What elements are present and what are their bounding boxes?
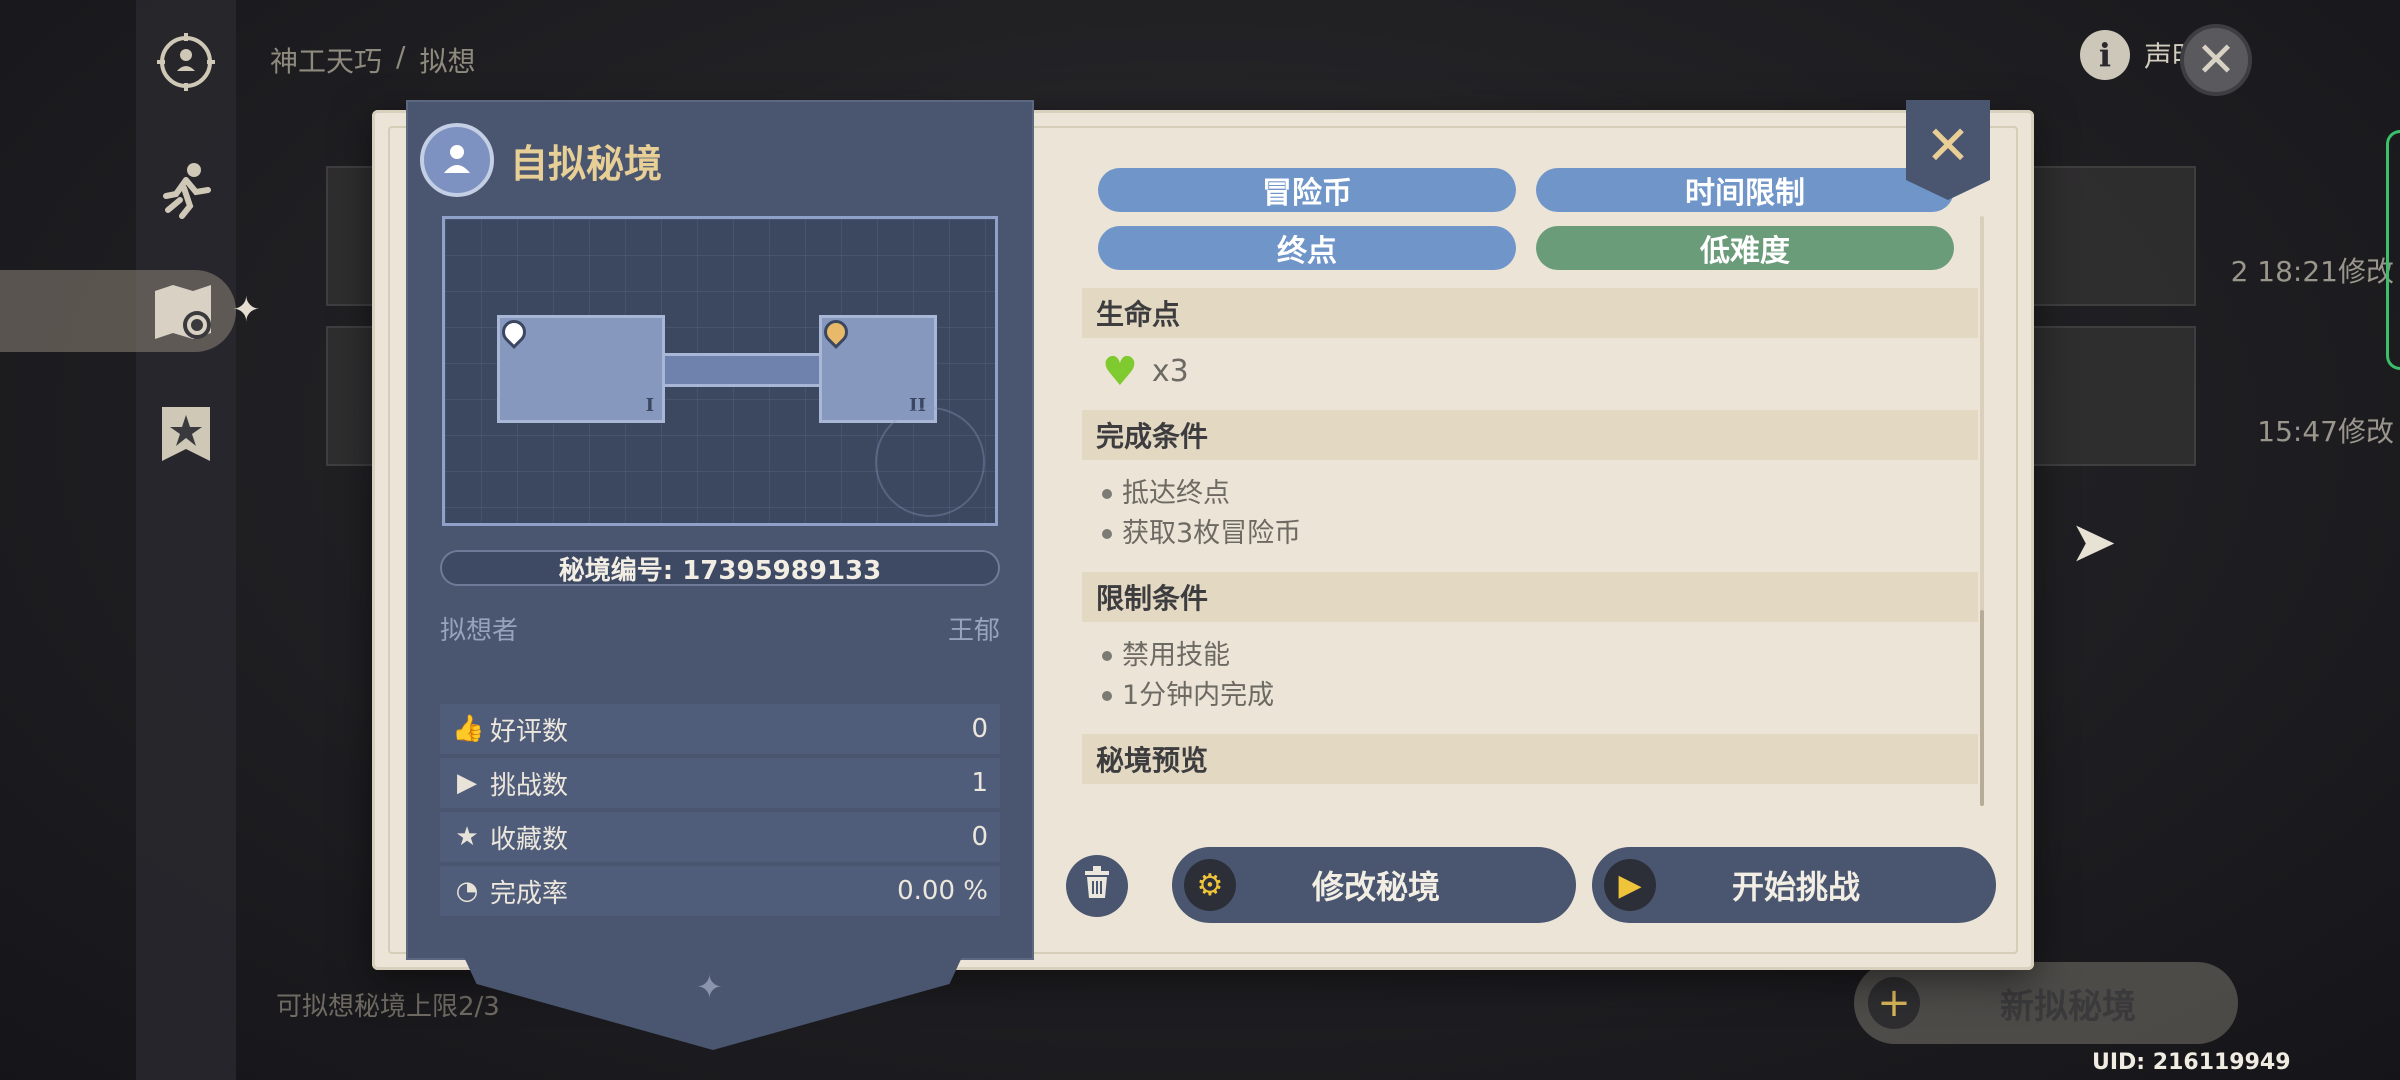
stat-value: 0: [971, 714, 988, 744]
end-pin-icon: [819, 315, 853, 349]
hp-row: ♥ x3: [1102, 352, 1964, 392]
panel-header: 自拟秘境: [420, 118, 1020, 202]
domain-emblem-icon: [420, 123, 494, 197]
thumbs-up-icon: 👍: [452, 714, 485, 744]
stat-row: ★ 收藏数 0: [440, 812, 1000, 862]
breadcrumb-current: 拟想: [419, 45, 476, 78]
start-challenge-label: 开始挑战: [1731, 868, 1860, 906]
room-label: I: [645, 395, 654, 416]
play-icon: ▶: [1604, 859, 1656, 911]
map-gear-icon[interactable]: [148, 276, 220, 348]
star-icon: ★: [455, 822, 479, 852]
tag-endpoint: 终点: [1098, 226, 1516, 270]
list-item: 禁用技能: [1102, 636, 1964, 676]
list-item: 抵达终点: [1102, 474, 1964, 514]
new-domain-label: 新拟秘境: [2000, 986, 2136, 1027]
runner-icon[interactable]: [150, 154, 222, 226]
heart-icon: ♥: [1102, 349, 1138, 395]
section-restriction-header: 限制条件: [1082, 572, 1978, 622]
star-badge-icon[interactable]: [150, 398, 222, 470]
map-room-start: I: [497, 315, 665, 423]
map-room-end: II: [819, 315, 937, 423]
list-item-modified-time: 2 18:21修改: [2230, 255, 2394, 288]
domain-tags: 冒险币 时间限制 终点 低难度: [1098, 168, 1954, 270]
section-completion-body: 抵达终点 获取3枚冒险币: [1082, 460, 1978, 572]
section-restriction-body: 禁用技能 1分钟内完成: [1082, 622, 1978, 734]
page-close-button[interactable]: ✕: [2180, 24, 2252, 96]
tag-time-limit: 时间限制: [1536, 168, 1954, 212]
banner-sparkle-icon: ✦: [696, 968, 723, 1006]
map-corridor: [665, 353, 819, 387]
stat-label: 好评数: [490, 716, 569, 747]
tag-low-difficulty: 低难度: [1536, 226, 1954, 270]
trash-icon: [1082, 865, 1112, 907]
tag-adventure-coin: 冒险币: [1098, 168, 1516, 212]
next-arrow-icon[interactable]: ➤: [2070, 510, 2117, 575]
stat-row: ▶ 挑战数 1: [440, 758, 1000, 808]
plus-icon: +: [1868, 977, 1920, 1029]
section-completion-header: 完成条件: [1082, 410, 1978, 460]
compass-icon[interactable]: [150, 26, 222, 98]
section-hp-body: ♥ x3: [1082, 338, 1978, 410]
hp-value: x3: [1151, 354, 1189, 389]
section-hp-header: 生命点: [1082, 288, 1978, 338]
delete-button[interactable]: [1066, 855, 1128, 917]
stat-row: ◔ 完成率 0.00 %: [440, 866, 1000, 916]
details-scrollbar-thumb[interactable]: [1980, 610, 1984, 806]
stat-value: 0.00 %: [897, 876, 988, 906]
compass-decoration-icon: [875, 407, 985, 517]
stats-list: 👍 好评数 0 ▶ 挑战数 1 ★ 收藏数 0 ◔ 完成率 0.00 %: [440, 704, 1000, 920]
breadcrumb: 神工天巧 / 拟想: [270, 40, 475, 80]
start-pin-icon: [497, 315, 531, 349]
start-challenge-button[interactable]: ▶ 开始挑战: [1592, 847, 1996, 923]
info-icon[interactable]: i: [2079, 30, 2130, 80]
stat-value: 0: [971, 822, 988, 852]
breadcrumb-separator: /: [396, 40, 406, 73]
list-item: 1分钟内完成: [1102, 676, 1964, 716]
domain-map-preview[interactable]: I II: [442, 216, 998, 526]
modal-close-button[interactable]: ✕: [1906, 100, 1990, 200]
stat-row: 👍 好评数 0: [440, 704, 1000, 754]
panel-title: 自拟秘境: [510, 141, 663, 186]
stat-label: 挑战数: [490, 770, 569, 801]
details-scroll-area[interactable]: 生命点 ♥ x3 完成条件 抵达终点 获取3枚冒险币 限制条件 禁用技能 1分钟…: [1082, 288, 1978, 816]
list-item: 获取3枚冒险币: [1102, 514, 1964, 554]
creator-name: 王郁: [947, 616, 1000, 646]
stat-label: 完成率: [490, 878, 569, 909]
new-domain-button[interactable]: + 新拟秘境: [1854, 962, 2238, 1044]
stat-value: 1: [971, 768, 988, 798]
creator-row: 拟想者 王郁: [440, 610, 1000, 647]
selected-card-edge: [2386, 130, 2400, 370]
modify-domain-label: 修改秘境: [1311, 868, 1440, 906]
creator-label: 拟想者: [440, 616, 519, 646]
modify-domain-button[interactable]: ⚙ 修改秘境: [1172, 847, 1576, 923]
domain-limit-text: 可拟想秘境上限2/3: [276, 992, 500, 1022]
list-item-modified-time: 15:47修改: [2257, 415, 2394, 448]
gear-icon: ⚙: [1184, 859, 1236, 911]
breadcrumb-root[interactable]: 神工天巧: [270, 40, 382, 80]
uid-label: UID: 216119949: [2092, 1050, 2291, 1075]
domain-id[interactable]: 秘境编号: 17395989133: [440, 550, 1000, 586]
pie-icon: ◔: [455, 876, 479, 906]
section-preview-header: 秘境预览: [1082, 734, 1978, 784]
play-icon: ▶: [457, 768, 477, 798]
stat-label: 收藏数: [490, 824, 569, 855]
sparkle-icon: ✦: [232, 290, 261, 330]
